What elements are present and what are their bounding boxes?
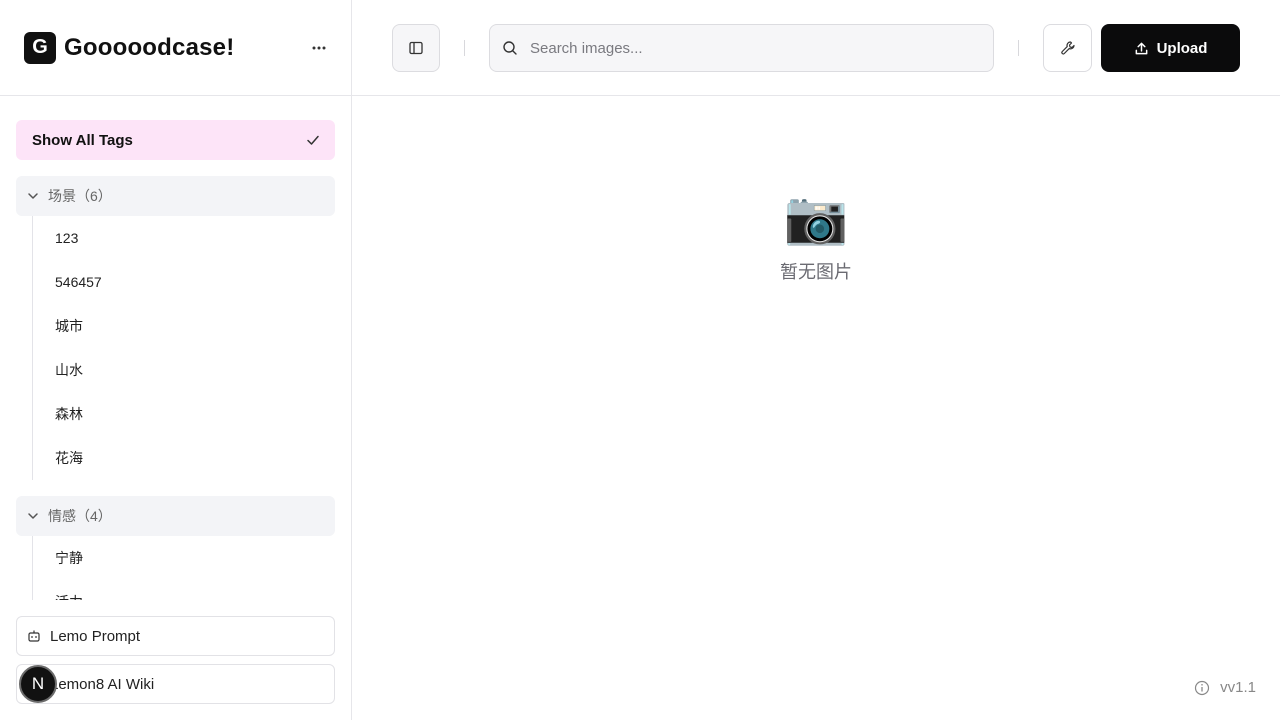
sidebar-footer: Lemo Prompt Lemon8 AI Wiki N (16, 608, 335, 704)
image-gallery: 📷 暂无图片 vv1.1 (352, 96, 1280, 720)
tag-group-title: 情感（4） (48, 508, 112, 524)
tag-group-header-emotion[interactable]: 情感（4） (16, 496, 335, 536)
tag-item[interactable]: 花海 (55, 436, 335, 480)
tag-group-title: 场景（6） (48, 188, 112, 204)
topbar: Upload (352, 0, 1280, 96)
lemon8-wiki-label: Lemon8 AI Wiki (50, 675, 155, 693)
tag-group-header-scene[interactable]: 场景（6） (16, 176, 335, 216)
empty-state: 📷 暂无图片 (352, 192, 1280, 284)
upload-button[interactable]: Upload (1101, 24, 1240, 72)
empty-state-text: 暂无图片 (780, 262, 852, 282)
tag-item[interactable]: 宁静 (55, 536, 335, 580)
show-all-tags-label: Show All Tags (32, 131, 133, 149)
search-input[interactable] (530, 39, 970, 57)
logo[interactable]: G (24, 31, 56, 64)
tag-group-emotion: 情感（4） 宁静 活力 (16, 496, 335, 600)
info-icon (1195, 680, 1210, 695)
check-icon (307, 135, 319, 145)
search-box[interactable] (489, 24, 994, 72)
version-info[interactable]: vv1.1 (1194, 679, 1256, 696)
sidebar: G Gooooodcase! Show All Tags 场景（6） 123 5… (0, 0, 352, 720)
tag-item[interactable]: 山水 (55, 348, 335, 392)
upload-icon (1135, 42, 1147, 54)
tag-group-items: 宁静 活力 (32, 536, 335, 600)
version-label: vv1.1 (1220, 679, 1256, 696)
tag-item[interactable]: 城市 (55, 304, 335, 348)
chevron-down-icon (28, 513, 38, 519)
robot-icon (28, 630, 40, 642)
divider (1018, 40, 1019, 56)
tag-item[interactable]: 546457 (55, 260, 335, 304)
upload-label: Upload (1156, 39, 1208, 57)
tools-button[interactable] (1043, 24, 1092, 72)
lemo-prompt-label: Lemo Prompt (50, 627, 141, 645)
tag-item[interactable]: 活力 (55, 580, 335, 600)
tag-item[interactable]: 123 (55, 216, 335, 260)
wrench-icon (1060, 41, 1075, 55)
lemon8-wiki-link[interactable]: Lemon8 AI Wiki (16, 664, 335, 704)
tag-list[interactable]: Show All Tags 场景（6） 123 546457 城市 山水 森林 … (0, 96, 351, 600)
tag-group-items: 123 546457 城市 山水 森林 花海 (32, 216, 335, 480)
brand-name[interactable]: Gooooodcase! (64, 34, 234, 62)
sidebar-toggle-icon (409, 41, 423, 55)
camera-icon: 📷 (783, 189, 849, 247)
tag-group-scene: 场景（6） 123 546457 城市 山水 森林 花海 (16, 176, 335, 480)
user-avatar[interactable]: N (19, 665, 57, 703)
tag-item[interactable]: 森林 (55, 392, 335, 436)
divider (464, 40, 465, 56)
more-options-button[interactable] (309, 38, 329, 58)
show-all-tags-button[interactable]: Show All Tags (16, 120, 335, 160)
chevron-down-icon (28, 193, 38, 199)
search-icon (503, 41, 517, 55)
ellipsis-icon (312, 46, 326, 50)
toggle-sidebar-button[interactable] (392, 24, 440, 72)
sidebar-header: G Gooooodcase! (0, 0, 351, 96)
lemo-prompt-link[interactable]: Lemo Prompt (16, 616, 335, 656)
